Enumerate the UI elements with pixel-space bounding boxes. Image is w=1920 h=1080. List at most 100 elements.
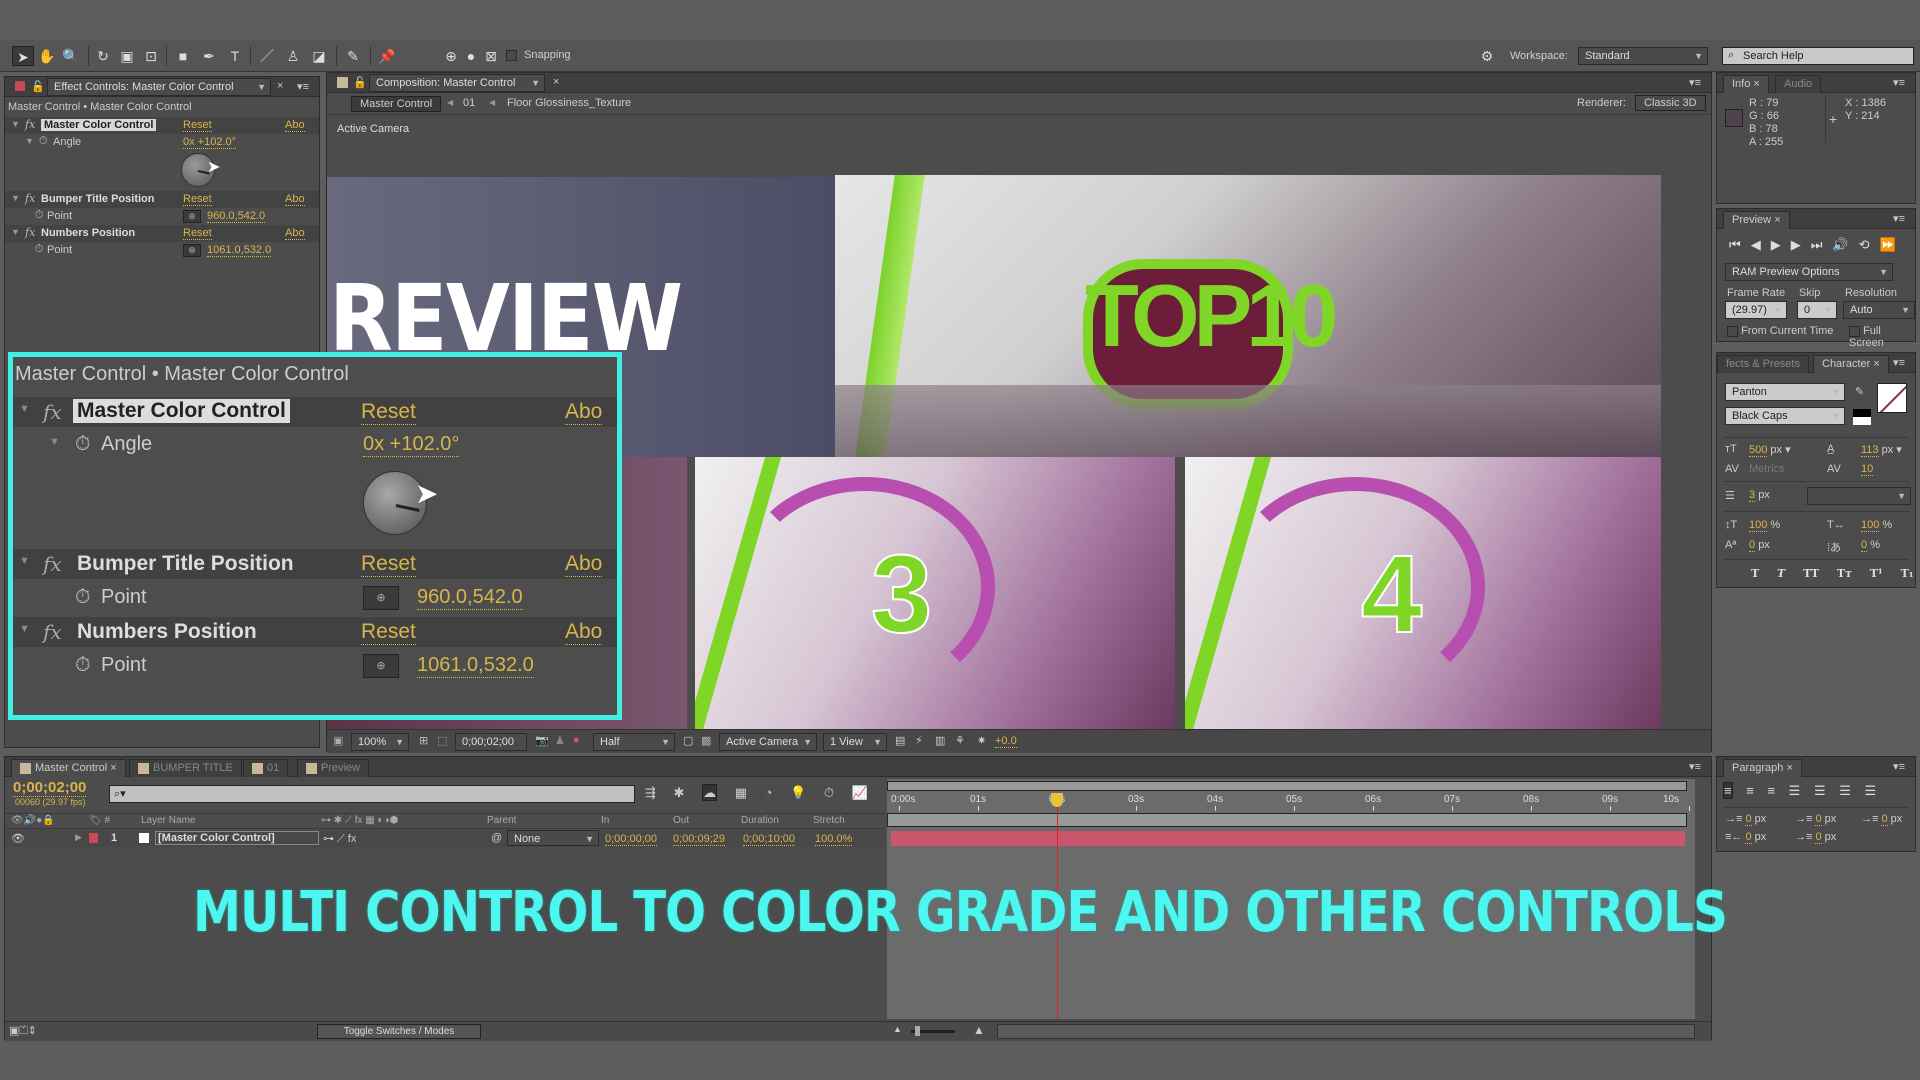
eraser-tool-icon[interactable]: ◪	[308, 46, 330, 66]
layer-label-color[interactable]	[89, 833, 98, 843]
renderer-button[interactable]: Classic 3D	[1635, 95, 1706, 111]
white-swatch[interactable]	[1853, 417, 1871, 425]
tab-character[interactable]: Character ×	[1813, 355, 1889, 373]
justify-all-icon[interactable]: ☰	[1865, 783, 1877, 798]
pick-whip-icon[interactable]: @	[491, 832, 502, 844]
brush-tool-icon[interactable]: ／	[256, 46, 278, 66]
reset-link[interactable]: Reset	[183, 193, 212, 206]
crumb-floor-glossiness[interactable]: Floor Glossiness_Texture	[507, 97, 631, 109]
layer-name[interactable]: [Master Color Control]	[155, 831, 319, 845]
reset-link[interactable]: Reset	[183, 119, 212, 132]
workspace-sync-icon[interactable]: ⚙	[1476, 46, 1498, 66]
show-snapshot-icon[interactable]: ♟	[555, 734, 565, 747]
channel-icon[interactable]: ●	[573, 734, 580, 746]
layer-row[interactable]: 👁 ▶ 1 [Master Color Control] ⊶ ⟋ fx @ No…	[5, 830, 885, 847]
local-axis-icon[interactable]: ⊕	[440, 46, 462, 66]
tab-info[interactable]: Info ×	[1723, 75, 1769, 93]
stopwatch-icon[interactable]: ⏱	[39, 135, 48, 148]
tab-preview-comp[interactable]: Preview	[297, 759, 370, 777]
panel-menu-icon[interactable]: ▾≡	[1893, 760, 1905, 773]
eyedropper-icon[interactable]: ✎	[1855, 385, 1864, 398]
lock-icon[interactable]: 🔓	[353, 76, 367, 89]
panel-menu-icon[interactable]: ▾≡	[1893, 356, 1905, 369]
column-duration[interactable]: Duration	[741, 815, 779, 826]
puppet-pin-tool-icon[interactable]: 📌	[376, 46, 398, 66]
skip-dropdown[interactable]: 0 ▼	[1797, 301, 1837, 319]
all-caps-button[interactable]: TT	[1803, 567, 1819, 580]
horizontal-scale-value[interactable]: 100	[1861, 519, 1880, 532]
preview-resolution-dropdown[interactable]: Auto ▼	[1843, 301, 1915, 319]
transparency-grid-icon[interactable]: ▩	[701, 734, 711, 747]
full-screen-option[interactable]: Full Screen	[1849, 325, 1915, 349]
align-left-icon[interactable]: ≡	[1723, 782, 1733, 799]
leading-value[interactable]: 113	[1861, 444, 1879, 457]
time-navigator[interactable]	[887, 813, 1687, 827]
mask-visibility-icon[interactable]: ⬚	[437, 734, 447, 747]
comp-mini-flowchart-icon[interactable]: ⇶	[645, 785, 656, 800]
crumb-01[interactable]: 01	[463, 97, 475, 109]
safe-zones-icon[interactable]: ⊞	[419, 734, 428, 747]
effect-row-numbers-position[interactable]: ▼ fx Numbers Position Reset Abo	[5, 225, 319, 242]
frame-rate-dropdown[interactable]: (29.97) ▼	[1725, 301, 1787, 319]
tab-master-control[interactable]: Master Control ×	[11, 759, 126, 777]
roto-brush-tool-icon[interactable]: ✎	[342, 46, 364, 66]
kerning-value[interactable]: Metrics	[1749, 463, 1784, 475]
camera-view-dropdown[interactable]: Active Camera ▼	[719, 733, 817, 751]
mute-icon[interactable]: 🔊	[1832, 237, 1858, 252]
font-style-dropdown[interactable]: Black Caps ▼	[1725, 407, 1845, 425]
previous-frame-icon[interactable]: ◀	[1751, 237, 1771, 252]
view-layout-dropdown[interactable]: 1 View ▼	[823, 733, 887, 751]
type-tool-icon[interactable]: T	[224, 46, 246, 66]
tab-paragraph[interactable]: Paragraph ×	[1723, 759, 1802, 777]
time-ruler[interactable]: 0:00s01s02s03s04s05s06s07s08s09s10s	[887, 793, 1690, 811]
snapshot-icon[interactable]: 📷	[535, 734, 549, 747]
justify-center-icon[interactable]: ☰	[1814, 783, 1826, 798]
column-parent[interactable]: Parent	[487, 815, 516, 826]
vertical-scale-value[interactable]: 100	[1749, 519, 1768, 532]
pan-behind-tool-icon[interactable]: ⊡	[140, 46, 162, 66]
close-icon[interactable]: ×	[1774, 214, 1780, 226]
draft-3d-icon[interactable]: ✱	[674, 785, 685, 800]
ram-preview-icon[interactable]: ⏩	[1880, 237, 1906, 252]
zoom-out-icon[interactable]: ▲	[893, 1024, 902, 1034]
parent-dropdown[interactable]: None ▼	[507, 830, 599, 846]
effect-row-master-color[interactable]: ▼ fx Master Color Control Reset Abo	[5, 117, 319, 134]
pen-tool-icon[interactable]: ✒	[198, 46, 220, 66]
tracking-value[interactable]: 10	[1861, 463, 1874, 476]
black-swatch[interactable]	[1853, 409, 1871, 417]
timeline-scrollbar[interactable]	[997, 1024, 1695, 1039]
align-right-icon[interactable]: ≡	[1767, 783, 1775, 798]
space-after-value[interactable]: 0	[1815, 831, 1822, 844]
snapping-toggle[interactable]: Snapping	[506, 49, 571, 61]
always-preview-icon[interactable]: ▣	[333, 734, 343, 747]
about-link[interactable]: Abo	[285, 119, 305, 132]
region-of-interest-icon[interactable]: ▢	[683, 734, 693, 747]
lock-icon[interactable]: 🔓	[31, 80, 45, 93]
close-icon[interactable]: ×	[1786, 762, 1792, 774]
composition-tab[interactable]: Composition: Master Control ▼	[369, 74, 545, 92]
justify-right-icon[interactable]: ☰	[1839, 783, 1851, 798]
tab-effects-presets[interactable]: fects & Presets	[1717, 355, 1809, 373]
work-area-bar[interactable]	[887, 781, 1687, 791]
column-layer-name[interactable]: Layer Name	[141, 815, 195, 826]
timeline-icon[interactable]: ▥	[935, 734, 945, 747]
point-value[interactable]: 1061.0,532.0	[207, 244, 272, 258]
fx-icon[interactable]: fx	[25, 192, 35, 205]
brainstorm-icon[interactable]: 💡	[790, 785, 806, 800]
close-icon[interactable]: ×	[553, 76, 559, 88]
expand-triangle-icon[interactable]: ▼	[11, 193, 20, 203]
close-icon[interactable]: ×	[1873, 358, 1879, 370]
motion-blur-icon[interactable]: ◔	[765, 785, 773, 800]
zoom-tool-icon[interactable]: 🔍	[60, 46, 82, 66]
panel-menu-icon[interactable]: ▾≡	[1689, 760, 1701, 773]
first-frame-icon[interactable]: ⏮	[1729, 237, 1751, 252]
next-frame-icon[interactable]: ▶	[1791, 237, 1811, 252]
tab-preview[interactable]: Preview ×	[1723, 211, 1790, 229]
full-screen-checkbox[interactable]	[1849, 325, 1860, 337]
selection-tool-icon[interactable]: ➤	[12, 46, 34, 66]
panel-menu-icon[interactable]: ▾≡	[1893, 212, 1905, 225]
exposure-reset-icon[interactable]: ✷	[977, 734, 986, 747]
last-frame-icon[interactable]: ⏭	[1811, 237, 1833, 252]
clone-stamp-tool-icon[interactable]: ♙	[282, 46, 304, 66]
column-stretch[interactable]: Stretch	[813, 815, 845, 826]
